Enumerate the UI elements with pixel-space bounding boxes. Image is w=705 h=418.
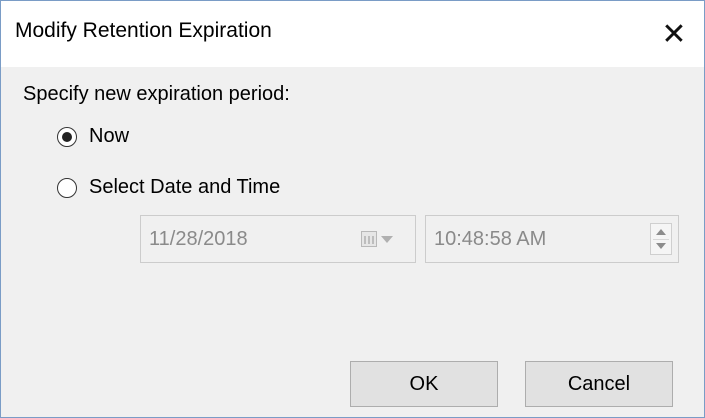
- chevron-down-icon[interactable]: [381, 236, 393, 243]
- ok-button[interactable]: OK: [350, 361, 498, 407]
- radio-select-date-time-label[interactable]: Select Date and Time: [89, 176, 280, 199]
- ok-button-label: OK: [409, 372, 439, 395]
- radio-now-indicator[interactable]: [57, 126, 77, 147]
- calendar-icon[interactable]: [361, 231, 377, 247]
- spinner-divider: [653, 239, 669, 240]
- radio-selected-dot: [62, 131, 72, 142]
- cancel-button[interactable]: Cancel: [525, 361, 673, 407]
- expiration-prompt: Specify new expiration period:: [23, 83, 290, 105]
- spin-up-icon[interactable]: [656, 229, 666, 235]
- close-button[interactable]: ✕: [644, 1, 704, 67]
- date-value: 11/28/2018: [149, 228, 248, 250]
- radio-now-label[interactable]: Now: [89, 125, 129, 148]
- radio-select-date-time[interactable]: Select Date and Time: [57, 176, 280, 199]
- time-spinner[interactable]: [650, 223, 672, 255]
- title-bar: Modify Retention Expiration ✕: [1, 1, 704, 67]
- dialog-title: Modify Retention Expiration: [15, 19, 272, 42]
- spin-down-icon[interactable]: [656, 243, 666, 249]
- cancel-button-label: Cancel: [567, 372, 631, 395]
- radio-select-date-time-indicator[interactable]: [57, 177, 77, 198]
- time-value: 10:48:58 AM: [434, 228, 547, 250]
- radio-now[interactable]: Now: [57, 125, 129, 148]
- date-picker[interactable]: 11/28/2018: [140, 215, 416, 263]
- time-picker[interactable]: 10:48:58 AM: [425, 215, 679, 263]
- close-icon: ✕: [661, 17, 687, 51]
- dialog-window: Modify Retention Expiration ✕ Specify ne…: [0, 0, 705, 418]
